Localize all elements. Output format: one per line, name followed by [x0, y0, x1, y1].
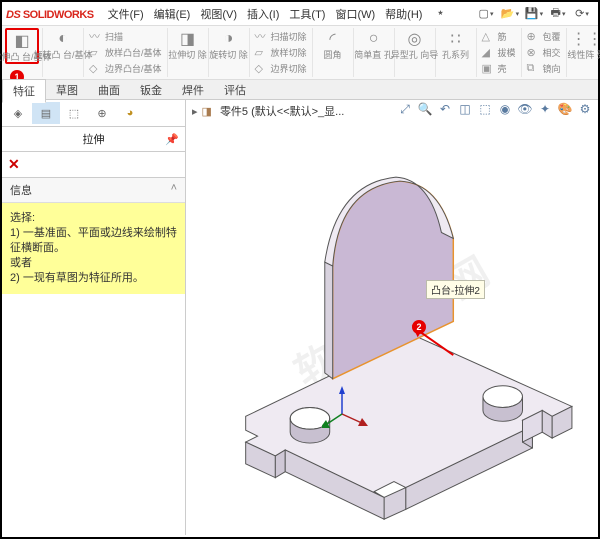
wrap-icon: ⊕ — [527, 30, 541, 43]
shell-icon: ▣ — [482, 62, 496, 75]
panel-close-row: ✕ — [2, 152, 185, 178]
graphics-viewport[interactable]: ▸ ◨ 零件5 (默认<<默认>_显... ⤢ 🔍 ↶ ◫ ⬚ ◉ 👁 ✦ 🎨 … — [186, 100, 598, 535]
info-message: 选择: 1) 一基准面、平面或边线来绘制特征横断面。 或者 2) 一现有草图为特… — [2, 203, 185, 294]
fillet-icon: ◜ — [321, 28, 345, 50]
intersect-button[interactable]: ⊗相交 — [525, 44, 563, 60]
search-icon[interactable]: ⭑ — [429, 5, 451, 23]
shell-button[interactable]: ▣壳 — [480, 61, 518, 77]
rib-icon: △ — [482, 30, 496, 43]
panel-header: 拉伸 📌 — [2, 127, 185, 152]
print-icon[interactable]: 🖶▾ — [547, 5, 569, 23]
menu-bar: DS SOLIDWORKS 文件(F) 编辑(E) 视图(V) 插入(I) 工具… — [2, 2, 598, 26]
origin-triad — [322, 384, 372, 434]
menu-insert[interactable]: 插入(I) — [243, 4, 283, 24]
sweep-icon: 〰 — [89, 28, 103, 44]
face-callout[interactable]: 凸台-拉伸2 — [426, 280, 485, 299]
revolve-icon: ◐ — [51, 28, 75, 50]
swept-boss-button[interactable]: 〰扫描 — [87, 28, 164, 44]
boundary-boss-button[interactable]: ◇边界凸台/基体 — [87, 61, 164, 77]
menu-edit[interactable]: 编辑(E) — [150, 4, 195, 24]
mirror-button[interactable]: ⧉镜向 — [525, 61, 563, 77]
loft-cut-button[interactable]: ▱放样切除 — [253, 44, 309, 60]
rib-button[interactable]: △筋 — [480, 28, 518, 44]
tab-evaluate[interactable]: 评估 — [214, 79, 256, 101]
info-section-header[interactable]: 信息 ˄ — [2, 178, 185, 203]
hole-series-icon: ∷ — [444, 28, 468, 50]
property-manager-panel: ◈ ▤ ⬚ ⊕ ◕ 拉伸 📌 ✕ 信息 ˄ 选择: 1) 一基准面、平面或边线来… — [2, 100, 186, 535]
open-icon[interactable]: 📂▾ — [499, 5, 521, 23]
main-area: ◈ ▤ ⬚ ⊕ ◕ 拉伸 📌 ✕ 信息 ˄ 选择: 1) 一基准面、平面或边线来… — [2, 100, 598, 535]
save-icon[interactable]: 💾▾ — [523, 5, 545, 23]
tab-surface[interactable]: 曲面 — [88, 79, 130, 101]
loft-boss-button[interactable]: ▱放样凸台/基体 — [87, 44, 164, 60]
revolve-cut-icon: ◑ — [217, 28, 241, 50]
hole-wizard-button[interactable]: ◎异型孔 向导 — [398, 28, 432, 60]
ribbon: ◧ 拉伸凸 台/基体 ◐ 旋转凸 台/基体 〰扫描 ▱放样凸台/基体 ◇边界凸台… — [2, 26, 598, 80]
extrude-cut-button[interactable]: ◨ 拉伸切 除 — [171, 28, 205, 60]
wrap-button[interactable]: ⊕包覆 — [525, 28, 563, 44]
loft-cut-icon: ▱ — [255, 46, 269, 59]
fillet-button[interactable]: ◜ 圆角 — [316, 28, 350, 60]
menu-help[interactable]: 帮助(H) — [381, 4, 426, 24]
pattern-icon: ⋮⋮ — [575, 28, 599, 50]
dimxpert-icon[interactable]: ⊕ — [88, 102, 116, 124]
panel-tab-icons: ◈ ▤ ⬚ ⊕ ◕ — [2, 100, 185, 127]
feature-tree-icon[interactable]: ◈ — [4, 102, 32, 124]
menu-file[interactable]: 文件(F) — [104, 4, 148, 24]
new-icon[interactable]: ▢▾ — [475, 5, 497, 23]
app-logo: DS SOLIDWORKS — [6, 6, 94, 21]
draft-icon: ◢ — [482, 46, 496, 59]
panel-title: 拉伸 — [83, 131, 105, 147]
tab-weldment[interactable]: 焊件 — [172, 79, 214, 101]
swept-cut-button[interactable]: 〰扫描切除 — [253, 28, 309, 44]
mirror-icon: ⧉ — [527, 62, 541, 75]
extrude-boss-button[interactable]: ◧ 拉伸凸 台/基体 — [5, 28, 39, 64]
linear-pattern-button[interactable]: ⋮⋮线性阵 列 — [570, 28, 600, 60]
rebuild-icon[interactable]: ⟳▾ — [571, 5, 593, 23]
sweep-cut-icon: 〰 — [255, 28, 269, 44]
property-manager-icon[interactable]: ▤ — [32, 102, 60, 124]
menu-window[interactable]: 窗口(W) — [331, 4, 379, 24]
tab-sketch[interactable]: 草图 — [46, 79, 88, 101]
tab-feature[interactable]: 特征 — [2, 79, 46, 103]
simple-hole-button[interactable]: ○简单直 孔 — [357, 28, 391, 60]
simple-hole-icon: ○ — [362, 28, 386, 50]
command-tabs: 特征 草图 曲面 钣金 焊件 评估 — [2, 80, 598, 100]
pin-icon[interactable]: 📌 — [165, 133, 179, 146]
chevron-up-icon: ˄ — [171, 182, 177, 194]
hole-wizard-icon: ◎ — [403, 28, 427, 50]
revolve-cut-button[interactable]: ◑ 旋转切 除 — [212, 28, 246, 60]
draft-button[interactable]: ◢拔模 — [480, 44, 518, 60]
boundary-cut-button[interactable]: ◇边界切除 — [253, 61, 309, 77]
annotation-marker-2: 2 — [412, 320, 426, 334]
close-icon[interactable]: ✕ — [8, 156, 20, 172]
menu-tools[interactable]: 工具(T) — [285, 4, 329, 24]
configuration-icon[interactable]: ⬚ — [60, 102, 88, 124]
hole-series-button[interactable]: ∷孔系列 — [439, 28, 473, 60]
boundary-cut-icon: ◇ — [255, 62, 269, 75]
menu-view[interactable]: 视图(V) — [196, 4, 241, 24]
extrude-icon: ◧ — [10, 30, 34, 52]
tab-sheetmetal[interactable]: 钣金 — [130, 79, 172, 101]
display-icon[interactable]: ◕ — [116, 102, 144, 124]
boundary-icon: ◇ — [89, 62, 103, 75]
extrude-cut-icon: ◨ — [176, 28, 200, 50]
model-view — [186, 100, 598, 535]
intersect-icon: ⊗ — [527, 46, 541, 59]
loft-icon: ▱ — [89, 46, 103, 59]
